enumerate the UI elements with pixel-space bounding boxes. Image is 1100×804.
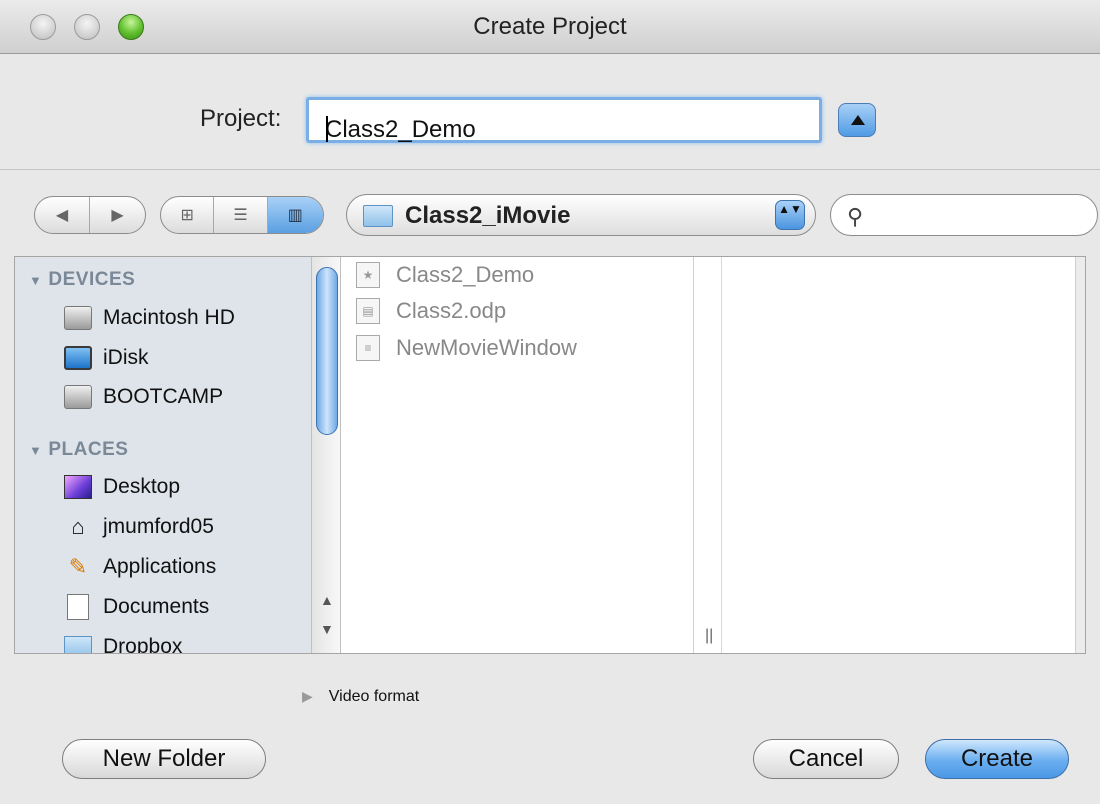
create-project-dialog: Create Project Project: Class2_Demo ◀ ▶ … [0, 0, 1100, 804]
title-bar: Create Project [0, 0, 1100, 54]
location-popup[interactable]: Class2_iMovie ▲▼ [346, 194, 816, 236]
sidebar-item-documents[interactable]: Documents [63, 592, 209, 622]
browser-toolbar: ◀ ▶ ⊞ ☰ ▥ Class2_iMovie ▲▼ ⚲ [0, 171, 1100, 256]
hard-drive-icon [63, 384, 93, 410]
file-item-class2-odp[interactable]: ▤ Class2.odp [356, 296, 506, 326]
file-name: Class2.odp [396, 298, 507, 323]
forward-button[interactable]: ▶ [90, 197, 145, 233]
hard-drive-icon [63, 305, 93, 331]
sidebar-item-dropbox[interactable]: Dropbox [63, 632, 183, 654]
project-row: Project: Class2_Demo [0, 55, 1100, 170]
video-format-disclosure[interactable]: ▶ Video format [302, 688, 419, 706]
disclosure-triangle-icon: ▼ [29, 443, 43, 458]
sidebar: ▼ DEVICES Macintosh HD iDisk BOOTCAMP ▼ PL… [15, 257, 311, 654]
sidebar-item-label: BOOTCAMP [103, 385, 224, 408]
desktop-icon [63, 474, 93, 500]
file-item-newmoviewindow[interactable]: ≡ NewMovieWindow [356, 333, 577, 363]
scroll-up-arrow-icon[interactable]: ▲ [320, 592, 334, 608]
sidebar-scrollbar[interactable]: ▲ ▼ [311, 257, 341, 653]
sidebar-item-label: Dropbox [103, 635, 183, 654]
project-name-input[interactable]: Class2_Demo [306, 97, 822, 143]
popup-arrows-icon: ▲▼ [775, 200, 805, 230]
text-caret [326, 116, 328, 142]
applications-icon: ✎ [68, 554, 88, 579]
folder-icon [363, 205, 393, 227]
presentation-icon: ▤ [356, 298, 380, 324]
file-name: Class2_Demo [396, 262, 535, 287]
icon-view-icon[interactable]: ⊞ [161, 197, 215, 233]
scroll-down-arrow-icon[interactable]: ▼ [320, 621, 334, 637]
window-title: Create Project [473, 13, 627, 40]
scrollbar-thumb[interactable] [316, 267, 338, 435]
collapse-dialog-button[interactable] [838, 103, 876, 137]
location-label: Class2_iMovie [405, 202, 571, 229]
sidebar-item-label: Documents [103, 595, 210, 618]
project-name-value: Class2_Demo [325, 116, 476, 143]
sidebar-item-label: Applications [103, 555, 217, 578]
disclosure-triangle-icon: ▶ [302, 688, 313, 704]
document-icon: ≡ [356, 335, 380, 361]
column-scroll-edge [1075, 257, 1085, 653]
project-icon: ★ [356, 262, 380, 288]
sidebar-item-desktop[interactable]: Desktop [63, 472, 180, 502]
search-icon: ⚲ [847, 204, 864, 229]
devices-header-label: DEVICES [48, 269, 136, 290]
new-folder-button[interactable]: New Folder [62, 739, 266, 779]
back-button[interactable]: ◀ [35, 197, 91, 233]
idisk-icon [63, 345, 93, 371]
sidebar-item-label: Desktop [103, 475, 181, 498]
column-view-icon[interactable]: ▥ [267, 197, 323, 233]
file-column: ★ Class2_Demo ▤ Class2.odp ≡ NewMovieWin… [342, 257, 694, 653]
devices-section-header[interactable]: ▼ DEVICES [29, 269, 135, 291]
home-icon: ⌂ [71, 514, 85, 539]
disclosure-triangle-icon: ▼ [29, 273, 43, 288]
empty-column [721, 257, 1075, 653]
dialog-footer: ▶ Video format New Folder Cancel Create [0, 655, 1100, 804]
list-view-icon[interactable]: ☰ [214, 197, 268, 233]
sidebar-item-bootcamp[interactable]: BOOTCAMP [63, 382, 223, 412]
sidebar-item-label: iDisk [103, 346, 149, 369]
project-label: Project: [200, 105, 282, 132]
create-button[interactable]: Create [925, 739, 1069, 779]
search-field[interactable]: ⚲ [830, 194, 1098, 236]
file-item-class2-demo[interactable]: ★ Class2_Demo [356, 260, 534, 290]
sidebar-item-idisk[interactable]: iDisk [63, 343, 149, 373]
sidebar-item-label: Macintosh HD [103, 306, 235, 329]
sidebar-item-label: jmumford05 [103, 515, 214, 538]
places-header-label: PLACES [48, 439, 129, 460]
folder-icon [63, 634, 93, 653]
view-mode-control: ⊞ ☰ ▥ [160, 196, 324, 234]
sidebar-item-macintosh-hd[interactable]: Macintosh HD [63, 303, 235, 333]
places-section-header[interactable]: ▼ PLACES [29, 439, 128, 461]
sidebar-item-applications[interactable]: ✎ Applications [63, 552, 216, 582]
video-format-label: Video format [328, 688, 420, 705]
documents-icon [63, 594, 93, 620]
back-forward-control: ◀ ▶ [34, 196, 146, 234]
file-name: NewMovieWindow [396, 335, 577, 360]
column-resize-handle[interactable]: || [705, 627, 713, 645]
cancel-button[interactable]: Cancel [753, 739, 899, 779]
sidebar-item-home[interactable]: ⌂ jmumford05 [63, 512, 214, 542]
file-browser: ▼ DEVICES Macintosh HD iDisk BOOTCAMP ▼ PL… [14, 256, 1086, 654]
